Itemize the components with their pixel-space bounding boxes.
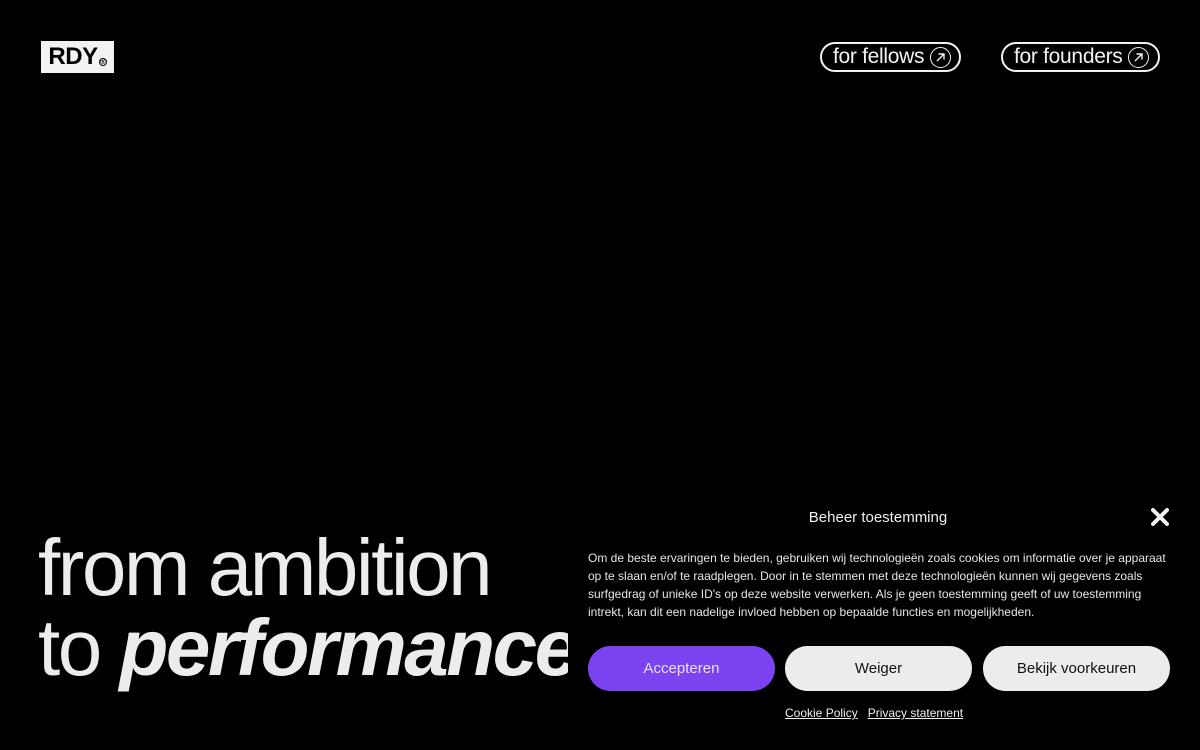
cookie-title: Beheer toestemming <box>808 509 948 526</box>
hero-headline: from ambition to performance <box>38 528 568 698</box>
hero-line-2: to performance <box>38 608 568 688</box>
nav-for-fellows-label: for fellows <box>833 45 925 68</box>
hero-line-2-prefix: to <box>38 603 120 692</box>
accept-button[interactable]: Accepteren <box>588 646 775 691</box>
privacy-statement-link[interactable]: Privacy statement <box>868 706 963 720</box>
nav-for-founders-label: for founders <box>1014 45 1123 68</box>
arrow-up-right-icon <box>930 46 952 68</box>
hero-line-1: from ambition <box>38 528 493 612</box>
logo-text: RDY <box>48 43 98 70</box>
page: RDY ® for fellows for founders from ambi… <box>0 0 1200 750</box>
view-preferences-button[interactable]: Bekijk voorkeuren <box>983 646 1170 691</box>
reject-button[interactable]: Weiger <box>785 646 972 691</box>
registered-mark: ® <box>98 58 107 66</box>
nav-for-founders[interactable]: for founders <box>1001 42 1160 72</box>
hero-emphasis: performance <box>119 603 568 692</box>
arrow-up-right-icon <box>1128 46 1150 68</box>
rdy-logo[interactable]: RDY ® <box>41 41 114 73</box>
cookie-policy-link[interactable]: Cookie Policy <box>785 706 858 720</box>
cookie-description: Om de beste ervaringen te bieden, gebrui… <box>588 551 1166 619</box>
close-icon[interactable] <box>1150 507 1170 527</box>
nav-for-fellows[interactable]: for fellows <box>820 42 961 72</box>
cookie-links: Cookie Policy Privacy statement <box>568 706 1200 720</box>
cookie-consent-panel: Beheer toestemming Om de beste ervaringe… <box>568 489 1200 750</box>
